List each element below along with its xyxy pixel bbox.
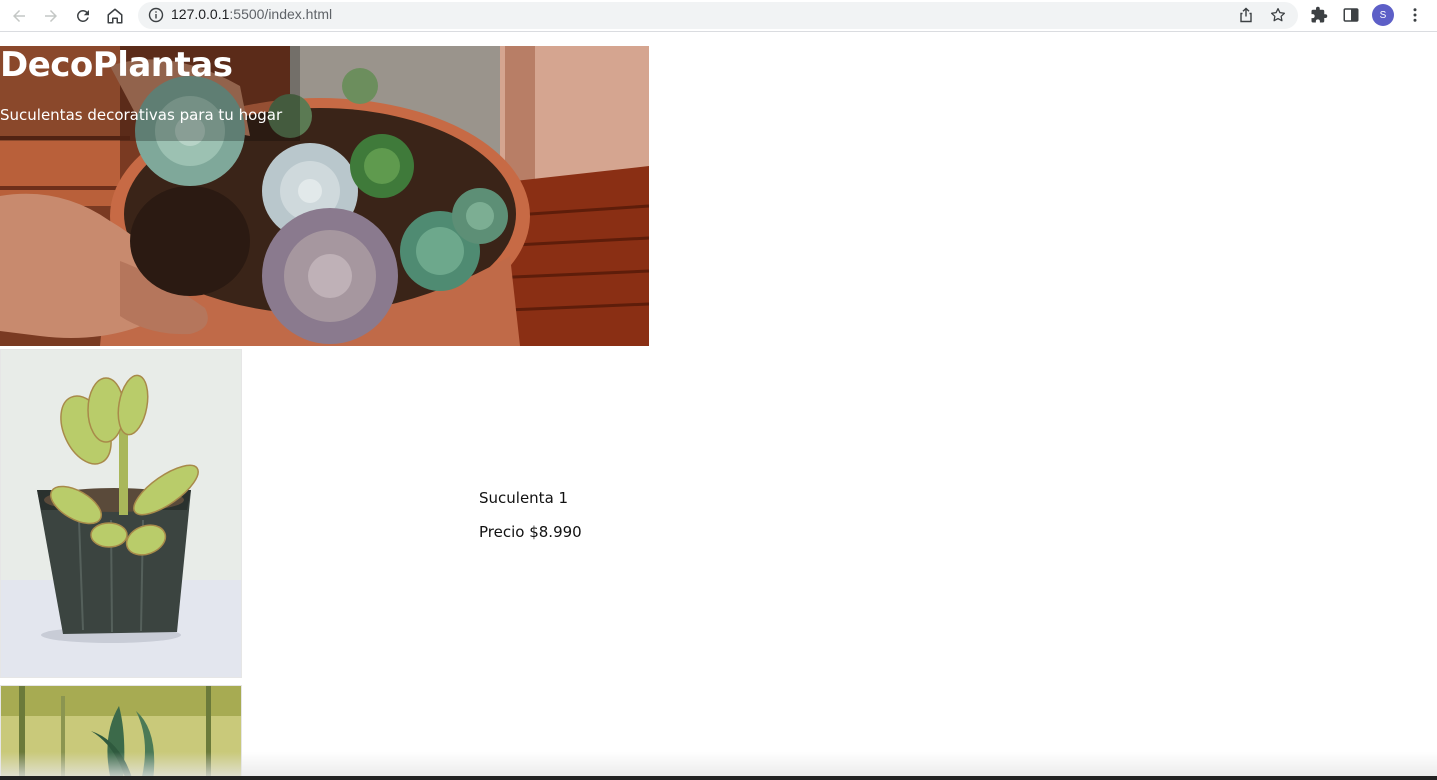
- product-price: Precio $8.990: [479, 523, 582, 541]
- url-host: 127.0.0.1: [171, 6, 230, 22]
- product-name: Suculenta 1: [479, 489, 569, 507]
- url-path: :5500/index.html: [229, 6, 333, 22]
- succulent-pot-photo: [0, 46, 649, 346]
- menu-button[interactable]: [1405, 5, 1425, 25]
- window-bottom-edge: [0, 776, 1437, 780]
- info-icon[interactable]: [148, 7, 164, 23]
- browser-toolbar: 127.0.0.1:5500/index.html S: [0, 0, 1437, 32]
- url-text: 127.0.0.1:5500/index.html: [171, 6, 332, 22]
- arrow-right-icon: [45, 10, 57, 22]
- site-subtitle: Suculentas decorativas para tu hogar: [0, 106, 283, 124]
- side-panel-icon: [1343, 8, 1359, 22]
- product-image: [0, 349, 242, 678]
- potted-succulent-photo: [1, 350, 241, 677]
- profile-avatar[interactable]: S: [1372, 4, 1394, 26]
- bookmark-star-icon[interactable]: [1269, 6, 1287, 24]
- site-title: DecoPlantas: [0, 45, 233, 85]
- home-button[interactable]: [103, 4, 127, 28]
- product-info: Suculenta 1 Precio $8.990: [479, 489, 582, 541]
- profile-initial: S: [1379, 9, 1387, 21]
- share-icon[interactable]: [1238, 7, 1254, 23]
- puzzle-icon: [1311, 6, 1328, 23]
- reload-icon: [76, 9, 89, 22]
- back-button[interactable]: [7, 4, 31, 28]
- forward-button[interactable]: [39, 4, 63, 28]
- home-icon: [107, 8, 123, 24]
- address-bar[interactable]: 127.0.0.1:5500/index.html: [138, 2, 1298, 29]
- hero-banner-image: [0, 46, 649, 346]
- more-vertical-icon: [1413, 8, 1417, 22]
- arrow-left-icon: [13, 10, 25, 22]
- extensions-button[interactable]: [1309, 5, 1329, 25]
- side-panel-button[interactable]: [1341, 5, 1361, 25]
- reload-button[interactable]: [71, 4, 95, 28]
